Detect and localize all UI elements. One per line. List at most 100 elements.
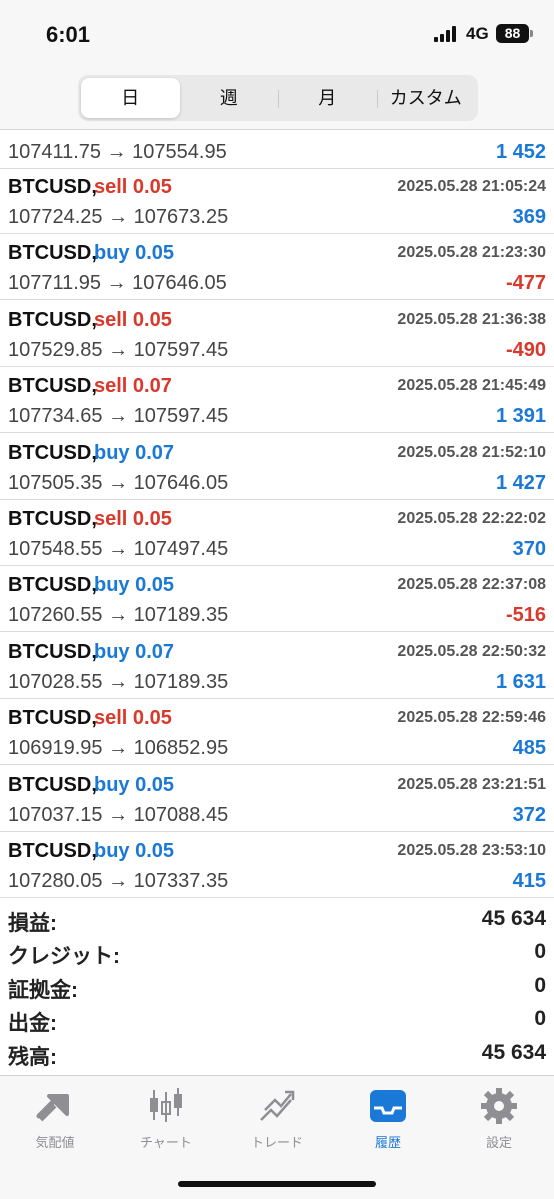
deal-prices: 107411.75 → 107554.95: [8, 141, 227, 163]
deal-profit: 415: [512, 870, 546, 892]
deal-time: 2025.05.28 21:36:38: [397, 310, 546, 328]
summary-label: 残高:: [8, 1046, 57, 1069]
deal-time: 2025.05.28 22:37:08: [397, 576, 546, 594]
deal-prices: 106919.95 → 106852.95: [8, 737, 229, 760]
deal-profit: 1 452: [495, 141, 546, 163]
summary-balance-row: 残高: 45 634: [0, 1039, 554, 1072]
summary-profit-row: 損益: 45 634: [0, 905, 554, 938]
deal-profit: 370: [512, 538, 546, 560]
deal-side: buy 0.05: [94, 574, 175, 597]
summary-withdrawal-row: 出金: 0: [0, 1005, 554, 1038]
deal-profit: 1 391: [495, 405, 546, 428]
gear-icon: [481, 1088, 517, 1124]
deal-symbol: BTCUSD,: [8, 707, 97, 730]
deal-prices: 107037.15 → 107088.45: [8, 803, 229, 826]
quotes-icon: [36, 1094, 69, 1122]
deal-row[interactable]: BTCUSD, buy 0.05 2025.05.28 23:53:10 107280…: [0, 832, 554, 898]
summary-value: 0: [534, 1007, 546, 1030]
deal-profit: 485: [512, 737, 546, 760]
deal-symbol: BTCUSD,: [8, 441, 97, 464]
deal-symbol: BTCUSD,: [8, 574, 97, 597]
deal-profit: -516: [505, 604, 546, 627]
deal-profit: 1 631: [495, 670, 546, 693]
tab-settings[interactable]: 設定: [444, 1086, 554, 1151]
deal-side: sell 0.05: [94, 508, 172, 530]
deal-row[interactable]: BTCUSD, sell 0.07 2025.05.28 21:45:49 10773…: [0, 367, 554, 434]
tab-trade[interactable]: トレード: [222, 1086, 332, 1151]
tab-quotes[interactable]: 気配値: [0, 1086, 110, 1151]
deal-time: 2025.05.28 21:05:24: [397, 178, 546, 195]
trade-icon: [260, 1090, 295, 1121]
deal-time: 2025.05.28 21:23:30: [397, 244, 546, 262]
deal-profit: 369: [512, 206, 546, 228]
deal-profit: -477: [505, 272, 546, 295]
tab-label: トレード: [250, 1135, 303, 1150]
deal-prices: 107711.95 → 107646.05: [8, 272, 227, 295]
deal-symbol: BTCUSD,: [8, 176, 97, 198]
summary-value: 0: [534, 974, 546, 997]
tab-chart[interactable]: チャート: [111, 1086, 221, 1151]
deal-profit: -490: [505, 338, 546, 361]
summary-label: クレジット:: [8, 945, 120, 968]
deal-time: 2025.05.28 23:21:51: [397, 775, 546, 793]
deal-time: 2025.05.28 22:59:46: [397, 709, 546, 727]
period-header: 日 週 月 カスタム: [0, 70, 554, 130]
network-type: 4G: [466, 24, 489, 43]
deal-profit: 1 427: [495, 471, 546, 494]
deal-row[interactable]: BTCUSD, buy 0.05 2025.05.28 22:37:08 107260…: [0, 566, 554, 633]
summary-value: 45 634: [481, 907, 546, 930]
status-time: 6:01: [46, 22, 91, 47]
history-inbox-icon: [370, 1090, 406, 1122]
candlestick-chart-icon: [150, 1088, 182, 1122]
deal-row[interactable]: BTCUSD, sell 0.05 2025.05.28 21:36:38 10752…: [0, 301, 554, 367]
summary-deposit-row: 証拠金: 0: [0, 972, 554, 1005]
tab-custom[interactable]: カスタム: [376, 78, 476, 118]
deal-symbol: BTCUSD,: [8, 375, 97, 398]
cellular-signal-icon: [434, 26, 460, 42]
deal-row-partial[interactable]: 107411.75 → 107554.95 1 452: [0, 131, 554, 169]
deal-side: sell 0.05: [94, 707, 172, 730]
deal-profit: 372: [512, 803, 546, 826]
battery-icon: 88: [496, 24, 533, 43]
tab-day[interactable]: 日: [81, 78, 180, 118]
deal-symbol: BTCUSD,: [8, 840, 97, 862]
summary-label: 出金:: [8, 1012, 57, 1035]
deal-row[interactable]: BTCUSD, buy 0.05 2025.05.28 21:23:30 107711…: [0, 234, 554, 301]
deal-prices: 107548.55 → 107497.45: [8, 538, 229, 560]
tab-label: チャート: [140, 1135, 192, 1150]
status-bar: 6:01 4G 88: [0, 0, 554, 70]
summary-label: 損益:: [8, 912, 57, 935]
deal-prices: 107734.65 → 107597.45: [8, 405, 229, 428]
deals-list[interactable]: 107411.75 → 107554.95 1 452 BTCUSD, sell …: [0, 131, 554, 899]
tab-month[interactable]: 月: [278, 78, 377, 118]
deal-symbol: BTCUSD,: [8, 308, 97, 331]
deal-side: sell 0.05: [94, 176, 172, 198]
deal-prices: 107028.55 → 107189.35: [8, 670, 229, 693]
tab-history[interactable]: 履歴: [333, 1086, 443, 1151]
home-indicator: [178, 1181, 376, 1187]
tab-label: 設定: [485, 1135, 512, 1150]
deal-time: 2025.05.28 23:53:10: [397, 842, 546, 859]
period-segmented-control: 日 週 月 カスタム: [78, 75, 478, 121]
deal-side: buy 0.07: [94, 640, 175, 663]
deal-side: buy 0.07: [94, 441, 175, 464]
deal-time: 2025.05.28 21:45:49: [397, 377, 546, 395]
deal-prices: 107529.85 → 107597.45: [8, 338, 229, 361]
summary-label: 証拠金:: [8, 979, 78, 1002]
deal-side: sell 0.07: [94, 375, 172, 398]
deal-row[interactable]: BTCUSD, buy 0.05 2025.05.28 23:21:51 107037…: [0, 766, 554, 832]
deal-row[interactable]: BTCUSD, sell 0.05 2025.05.28 21:05:24 10772…: [0, 168, 554, 234]
tab-label: 履歴: [374, 1135, 401, 1150]
deal-symbol: BTCUSD,: [8, 773, 97, 796]
tab-week[interactable]: 週: [180, 78, 279, 118]
deal-side: buy 0.05: [94, 773, 175, 796]
deal-symbol: BTCUSD,: [8, 242, 97, 265]
deal-row[interactable]: BTCUSD, buy 0.07 2025.05.28 21:52:10 107505…: [0, 434, 554, 500]
deal-prices: 107505.35 → 107646.05: [8, 471, 229, 494]
deal-prices: 107260.55 → 107189.35: [8, 604, 229, 627]
deal-row[interactable]: BTCUSD, buy 0.07 2025.05.28 22:50:32 107028…: [0, 633, 554, 699]
deal-row[interactable]: BTCUSD, sell 0.05 2025.05.28 22:22:02 10754…: [0, 500, 554, 566]
deal-time: 2025.05.28 21:52:10: [397, 443, 546, 461]
deal-row[interactable]: BTCUSD, sell 0.05 2025.05.28 22:59:46 10691…: [0, 699, 554, 766]
deal-side: buy 0.05: [94, 242, 175, 265]
